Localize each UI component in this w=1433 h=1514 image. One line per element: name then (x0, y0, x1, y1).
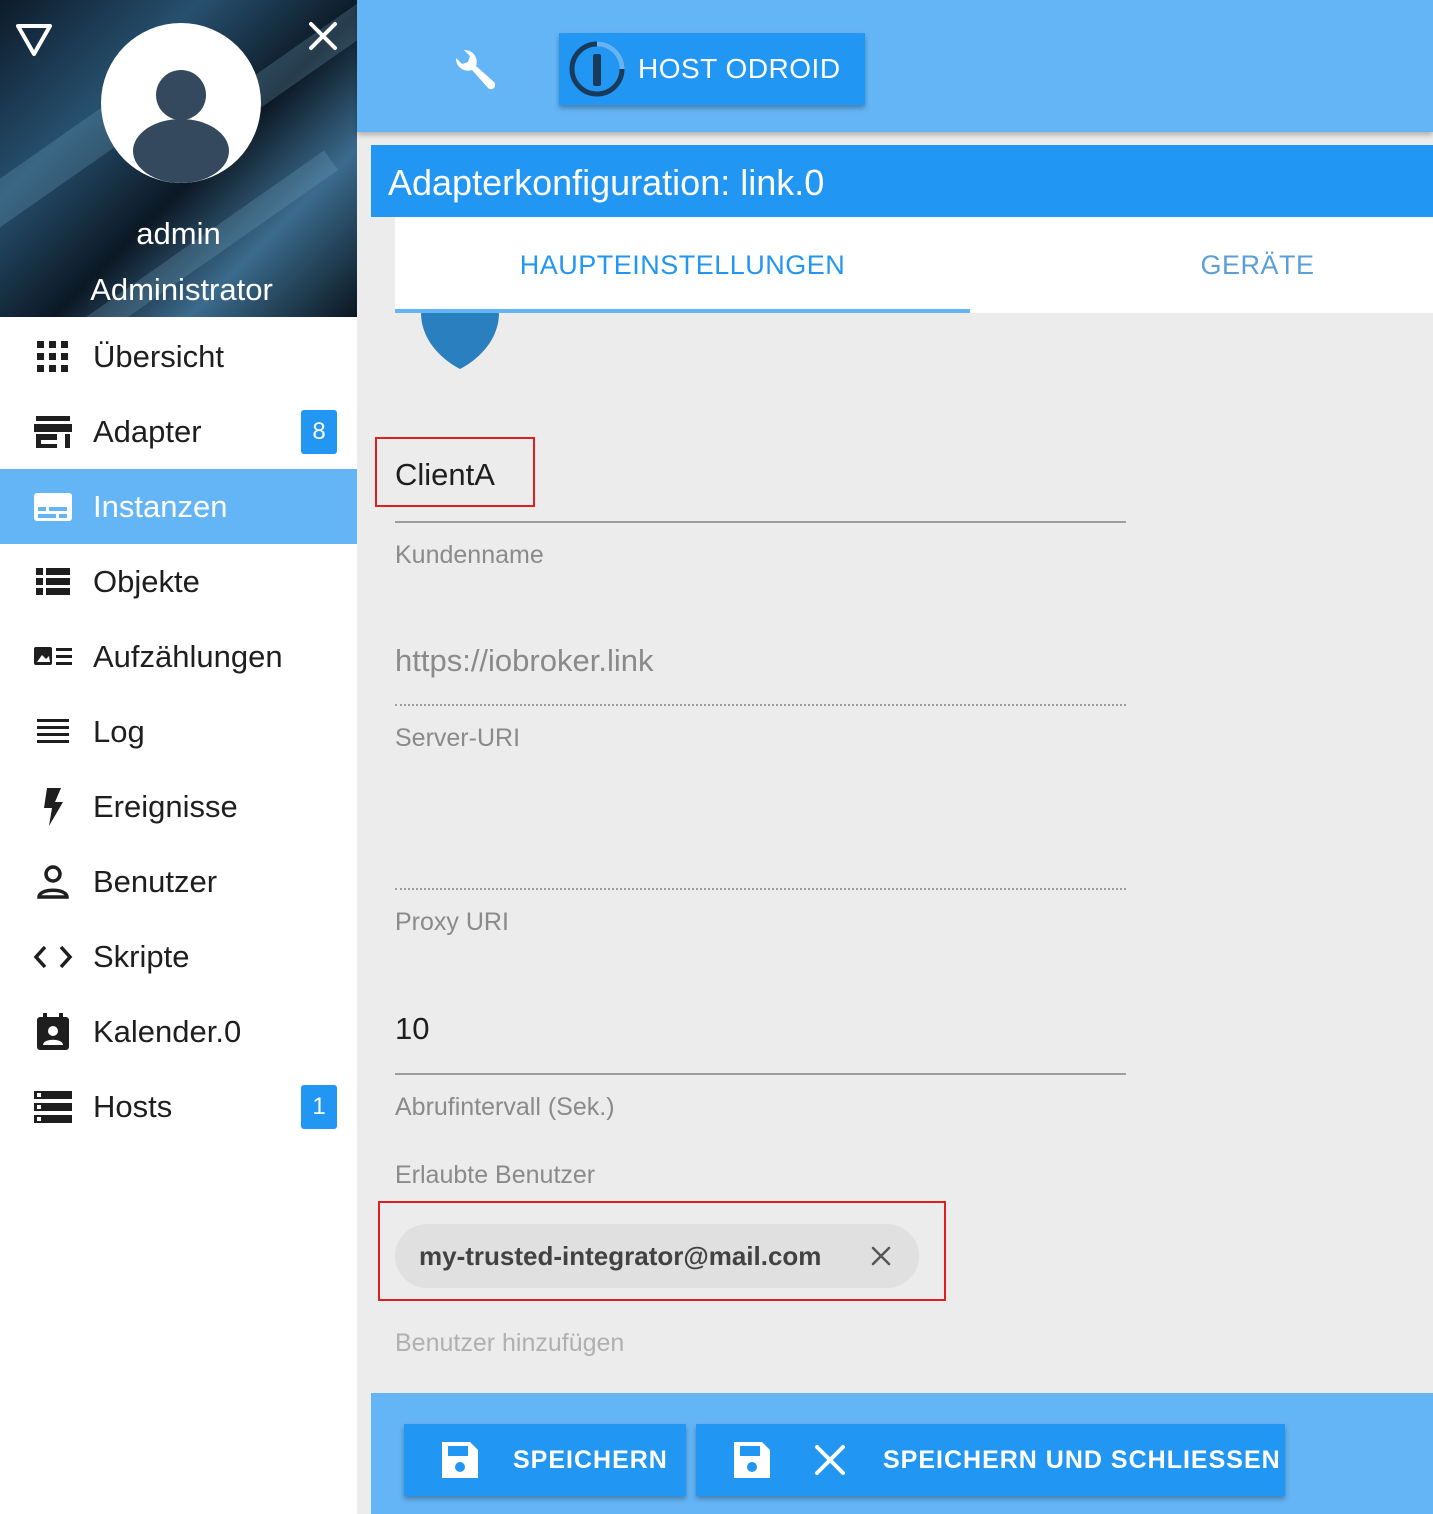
nav-label: Ereignisse (93, 788, 238, 824)
server-uri-label: Server-URI (395, 724, 521, 752)
sidebar: admin Administrator Übersicht Adapter 8 … (0, 0, 357, 1514)
log-lines-icon (33, 712, 73, 752)
list-icon (33, 562, 73, 602)
nav-item-aufzaehlungen[interactable]: Aufzählungen (0, 619, 357, 694)
nav-item-hosts[interactable]: Hosts 1 (0, 1069, 357, 1144)
action-bar: SPEICHERN SPEICHERN UND SCHLIESSEN (371, 1393, 1433, 1514)
user-role: Administrator (90, 272, 273, 307)
vpn-shield-icon (419, 313, 501, 371)
nav-label: Skripte (93, 938, 190, 974)
highlight-box (375, 437, 535, 507)
nav-label: Hosts (93, 1088, 173, 1124)
hosts-count-badge: 1 (301, 1084, 337, 1129)
hosts-icon (33, 1087, 73, 1127)
nav-label: Kalender.0 (93, 1013, 242, 1049)
nav-item-uebersicht[interactable]: Übersicht (0, 319, 357, 394)
nav-label: Übersicht (93, 338, 224, 374)
allowed-users-label: Erlaubte Benutzer (395, 1161, 596, 1189)
underline (395, 1073, 1126, 1075)
save-label: SPEICHERN (513, 1446, 668, 1474)
server-uri-field: https://iobroker.link Server-URI (395, 643, 1126, 763)
adapter-count-badge: 8 (301, 409, 337, 454)
page-title-bar: Adapterkonfiguration: link.0 (371, 145, 1433, 217)
enum-icon (33, 637, 73, 677)
nav-label: Benutzer (93, 863, 218, 899)
underline (395, 704, 1126, 706)
interval-field: 10 Abrufintervall (Sek.) (395, 1011, 1126, 1131)
iobroker-logo-icon (568, 40, 626, 98)
interval-label: Abrufintervall (Sek.) (395, 1093, 615, 1121)
nav-item-skripte[interactable]: Skripte (0, 919, 357, 994)
server-uri-input[interactable]: https://iobroker.link (395, 643, 653, 679)
interval-input[interactable]: 10 (395, 1011, 429, 1047)
save-icon (442, 1442, 478, 1478)
wrench-icon[interactable] (450, 44, 500, 94)
user-header: admin Administrator (0, 0, 357, 317)
apps-grid-icon (33, 337, 73, 377)
proxy-uri-field: Proxy URI (395, 833, 1126, 943)
highlight-box (378, 1201, 946, 1301)
tab-haupteinstellungen[interactable]: HAUPTEINSTELLUNGEN (395, 217, 970, 313)
nav-item-adapter[interactable]: Adapter 8 (0, 394, 357, 469)
calendar-icon (33, 1012, 73, 1052)
save-close-label: SPEICHERN UND SCHLIESSEN (883, 1446, 1281, 1474)
save-icon (734, 1442, 770, 1478)
top-bar: HOST ODROID (357, 0, 1433, 132)
nav-item-objekte[interactable]: Objekte (0, 544, 357, 619)
underline (395, 521, 1126, 523)
host-selector-button[interactable]: HOST ODROID (559, 33, 865, 105)
page-title: Adapterkonfiguration: link.0 (388, 162, 825, 203)
instances-icon (33, 487, 73, 527)
close-icon[interactable] (303, 16, 343, 56)
nav-label: Instanzen (93, 488, 228, 524)
nav-label: Objekte (93, 563, 200, 599)
proxy-uri-input[interactable] (395, 833, 1126, 873)
close-icon (815, 1445, 845, 1475)
store-icon (33, 412, 73, 452)
nav-item-ereignisse[interactable]: Ereignisse (0, 769, 357, 844)
save-button[interactable]: SPEICHERN (404, 1424, 686, 1496)
collapse-menu-icon[interactable] (14, 18, 54, 58)
nav-item-instanzen[interactable]: Instanzen (0, 469, 357, 544)
lightning-icon (33, 787, 73, 827)
nav-label: Adapter (93, 413, 202, 449)
avatar (101, 23, 261, 183)
underline (395, 888, 1126, 890)
proxy-uri-label: Proxy URI (395, 908, 509, 936)
settings-form: ClientA Kundenname https://iobroker.link… (371, 313, 1433, 1393)
nav-label: Aufzählungen (93, 638, 283, 674)
nav-label: Log (93, 713, 145, 749)
code-icon (33, 937, 73, 977)
nav-menu: Übersicht Adapter 8 Instanzen Objekte Au… (0, 319, 357, 1144)
customer-name-label: Kundenname (395, 541, 544, 569)
nav-item-kalender[interactable]: Kalender.0 (0, 994, 357, 1069)
tab-geraete[interactable]: GERÄTE (970, 217, 1433, 313)
person-icon (33, 862, 73, 902)
host-label: HOST ODROID (638, 53, 841, 84)
nav-item-log[interactable]: Log (0, 694, 357, 769)
add-user-input[interactable]: Benutzer hinzufügen (395, 1329, 624, 1358)
tabs: HAUPTEINSTELLUNGEN GERÄTE (395, 217, 1433, 313)
user-name: admin (136, 216, 221, 251)
nav-item-benutzer[interactable]: Benutzer (0, 844, 357, 919)
save-and-close-button[interactable]: SPEICHERN UND SCHLIESSEN (696, 1424, 1285, 1496)
